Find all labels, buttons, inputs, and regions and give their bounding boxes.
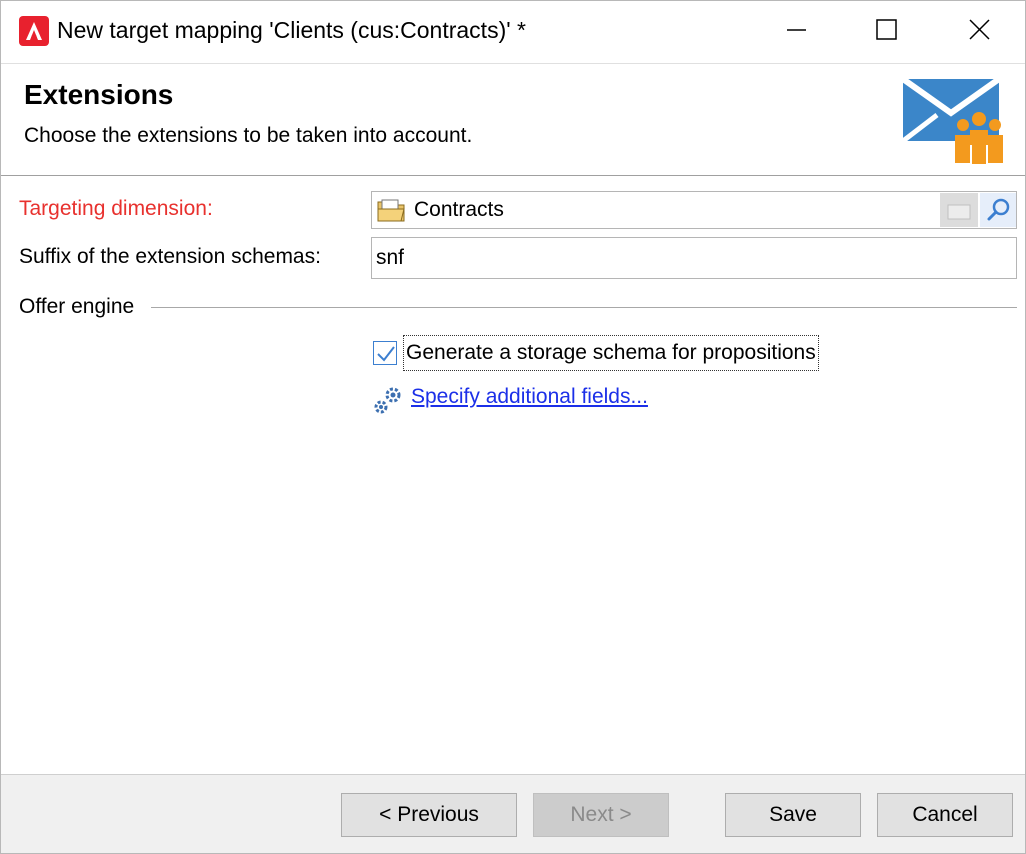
next-button-label: Next >: [570, 803, 632, 826]
offer-engine-group-label: Offer engine: [19, 295, 139, 319]
cancel-button[interactable]: Cancel: [877, 793, 1013, 837]
title-bar[interactable]: New target mapping 'Clients (cus:Contrac…: [1, 1, 1025, 63]
group-divider: [151, 307, 1017, 308]
storage-schema-checkbox-label[interactable]: Generate a storage schema for propositio…: [403, 335, 819, 371]
save-button[interactable]: Save: [725, 793, 861, 837]
clear-selection-button[interactable]: [940, 193, 978, 227]
targeting-dimension-value: Contracts: [414, 198, 504, 221]
suffix-field[interactable]: [371, 237, 1017, 279]
previous-button[interactable]: < Previous: [341, 793, 517, 837]
page-subtitle: Choose the extensions to be taken into a…: [24, 124, 473, 147]
specify-additional-fields-link[interactable]: Specify additional fields...: [411, 385, 648, 409]
cancel-button-label: Cancel: [912, 803, 978, 826]
checkbox-checked-icon[interactable]: [373, 341, 397, 365]
targeting-dimension-field[interactable]: Contracts: [371, 191, 1017, 229]
maximize-button[interactable]: [839, 1, 933, 61]
next-button: Next >: [533, 793, 669, 837]
dialog-window: New target mapping 'Clients (cus:Contrac…: [0, 0, 1026, 854]
suffix-label: Suffix of the extension schemas:: [19, 245, 321, 268]
gears-icon: [371, 383, 405, 422]
targeting-dimension-label: Targeting dimension:: [19, 197, 213, 220]
suffix-input[interactable]: [376, 242, 1006, 274]
page-title: Extensions: [24, 79, 174, 110]
storage-schema-checkbox[interactable]: Generate a storage schema for propositio…: [371, 335, 867, 371]
close-button[interactable]: [931, 1, 1025, 61]
folder-icon: [376, 198, 408, 229]
title-separator: [1, 63, 1025, 64]
envelope-with-people-icon: [899, 75, 1003, 167]
previous-button-label: < Previous: [379, 803, 479, 826]
adobe-campaign-icon: [19, 16, 49, 46]
save-button-label: Save: [769, 803, 817, 826]
minimize-button[interactable]: [749, 1, 843, 61]
window-title: New target mapping 'Clients (cus:Contrac…: [57, 17, 526, 43]
search-icon[interactable]: [980, 193, 1016, 227]
